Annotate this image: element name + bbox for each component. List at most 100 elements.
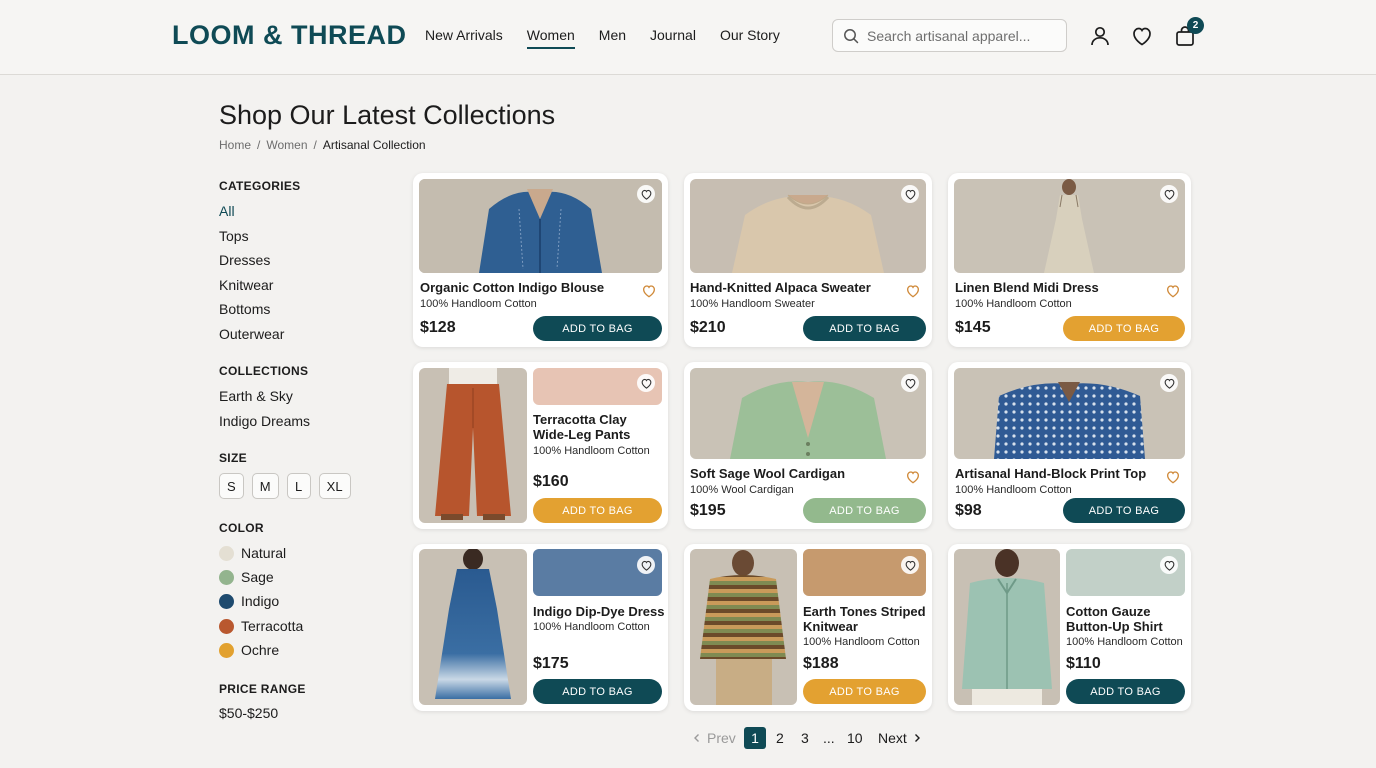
add-to-bag-button[interactable]: ADD TO BAG <box>1063 316 1185 341</box>
color-label: Natural <box>241 545 287 561</box>
wishlist-heart-icon[interactable] <box>905 469 921 485</box>
product-name[interactable]: Soft Sage Wool Cardigan <box>690 466 895 481</box>
collection-indigo-dreams[interactable]: Indigo Dreams <box>219 413 310 429</box>
wishlist-heart-icon[interactable] <box>1165 469 1181 485</box>
page-3-button[interactable]: 3 <box>801 727 809 749</box>
page-ellipsis: ... <box>823 730 835 746</box>
size-l-button[interactable]: L <box>286 473 311 499</box>
nav-women[interactable]: Women <box>526 27 575 49</box>
product-name[interactable]: Cotton Gauze Button-Up Shirt <box>1066 604 1188 634</box>
favorite-button[interactable] <box>901 374 919 392</box>
product-name[interactable]: Organic Cotton Indigo Blouse <box>420 280 630 295</box>
product-card[interactable]: Hand-Knitted Alpaca Sweater 100% Handloo… <box>684 173 932 347</box>
color-terracotta[interactable]: Terracotta <box>219 618 303 634</box>
breadcrumb-current: Artisanal Collection <box>322 138 426 152</box>
add-to-bag-button[interactable]: ADD TO BAG <box>1066 679 1185 704</box>
product-card[interactable]: Cotton Gauze Button-Up Shirt 100% Handlo… <box>948 544 1191 711</box>
category-knitwear[interactable]: Knitwear <box>219 277 273 293</box>
product-image[interactable] <box>954 368 1185 459</box>
product-price: $128 <box>420 319 456 336</box>
favorite-button[interactable] <box>1160 185 1178 203</box>
product-name[interactable]: Terracotta Clay Wide-Leg Pants <box>533 412 658 442</box>
color-sage[interactable]: Sage <box>219 569 274 585</box>
product-name[interactable]: Earth Tones Striped Knitwear <box>803 604 928 634</box>
add-to-bag-button[interactable]: ADD TO BAG <box>803 679 926 704</box>
add-to-bag-button[interactable]: ADD TO BAG <box>1063 498 1185 523</box>
product-price: $98 <box>955 502 982 519</box>
favorite-button[interactable] <box>901 556 919 574</box>
product-card[interactable]: Terracotta Clay Wide-Leg Pants 100% Hand… <box>413 362 668 529</box>
color-natural[interactable]: Natural <box>219 545 286 561</box>
category-bottoms[interactable]: Bottoms <box>219 301 270 317</box>
main-nav: New Arrivals Women Men Journal Our Story <box>425 27 780 49</box>
account-icon[interactable] <box>1088 24 1112 48</box>
product-price: $188 <box>803 655 839 672</box>
product-image[interactable] <box>419 549 527 705</box>
category-all[interactable]: All <box>219 203 235 219</box>
page-2-button[interactable]: 2 <box>776 727 784 749</box>
color-heading: COLOR <box>219 521 264 535</box>
breadcrumb-women[interactable]: Women <box>266 138 307 152</box>
product-image[interactable] <box>690 368 926 459</box>
favorite-button[interactable] <box>637 556 655 574</box>
product-card[interactable]: Soft Sage Wool Cardigan 100% Wool Cardig… <box>684 362 932 529</box>
category-outerwear[interactable]: Outerwear <box>219 326 284 342</box>
heart-icon <box>905 189 915 200</box>
prev-page-button[interactable]: Prev <box>692 727 736 749</box>
wishlist-icon[interactable] <box>1130 24 1154 48</box>
color-indigo[interactable]: Indigo <box>219 593 279 609</box>
size-xl-button[interactable]: XL <box>318 473 351 499</box>
search-box[interactable] <box>832 19 1067 52</box>
product-card[interactable]: Artisanal Hand-Block Print Top 100% Hand… <box>948 362 1191 529</box>
add-to-bag-button[interactable]: ADD TO BAG <box>803 316 926 341</box>
product-image[interactable] <box>419 368 527 523</box>
product-name[interactable]: Linen Blend Midi Dress <box>955 280 1155 295</box>
collection-earth-sky[interactable]: Earth & Sky <box>219 388 293 404</box>
product-name[interactable]: Hand-Knitted Alpaca Sweater <box>690 280 895 295</box>
category-tops[interactable]: Tops <box>219 228 249 244</box>
brand-logo[interactable]: LOOM & THREAD <box>172 20 406 51</box>
nav-journal[interactable]: Journal <box>650 27 696 49</box>
product-image[interactable] <box>690 549 797 705</box>
search-input[interactable] <box>867 27 1057 44</box>
add-to-bag-button[interactable]: ADD TO BAG <box>533 316 662 341</box>
wishlist-heart-icon[interactable] <box>641 283 657 299</box>
price-range-value[interactable]: $50-$250 <box>219 705 278 721</box>
favorite-button[interactable] <box>1160 556 1178 574</box>
heart-icon <box>1164 378 1174 389</box>
product-image[interactable] <box>954 179 1185 273</box>
next-page-button[interactable]: Next <box>878 727 922 749</box>
wishlist-heart-icon[interactable] <box>1165 283 1181 299</box>
color-ochre[interactable]: Ochre <box>219 642 279 658</box>
page-title: Shop Our Latest Collections <box>219 100 556 130</box>
page-10-button[interactable]: 10 <box>847 727 863 749</box>
product-card[interactable]: Linen Blend Midi Dress 100% Handloom Cot… <box>948 173 1191 347</box>
nav-new-arrivals[interactable]: New Arrivals <box>425 27 503 49</box>
product-image[interactable] <box>954 549 1060 705</box>
page-1-button[interactable]: 1 <box>744 727 766 749</box>
category-dresses[interactable]: Dresses <box>219 252 270 268</box>
size-m-button[interactable]: M <box>251 473 279 499</box>
product-card[interactable]: Organic Cotton Indigo Blouse 100% Handlo… <box>413 173 668 347</box>
product-price: $160 <box>533 473 569 490</box>
add-to-bag-button[interactable]: ADD TO BAG <box>803 498 926 523</box>
nav-men[interactable]: Men <box>599 27 626 49</box>
add-to-bag-button[interactable]: ADD TO BAG <box>533 679 662 704</box>
product-card[interactable]: Earth Tones Striped Knitwear 100% Handlo… <box>684 544 932 711</box>
nav-our-story[interactable]: Our Story <box>720 27 780 49</box>
favorite-button[interactable] <box>1160 374 1178 392</box>
add-to-bag-button[interactable]: ADD TO BAG <box>533 498 662 523</box>
product-card[interactable]: Indigo Dip-Dye Dress 100% Handloom Cotto… <box>413 544 668 711</box>
favorite-button[interactable] <box>637 374 655 392</box>
favorite-button[interactable] <box>901 185 919 203</box>
breadcrumb-home[interactable]: Home <box>219 138 251 152</box>
product-name[interactable]: Indigo Dip-Dye Dress <box>533 604 664 619</box>
wishlist-heart-icon[interactable] <box>905 283 921 299</box>
size-s-button[interactable]: S <box>219 473 244 499</box>
product-image[interactable] <box>419 179 662 273</box>
favorite-button[interactable] <box>637 185 655 203</box>
site-header: LOOM & THREAD New Arrivals Women Men Jou… <box>0 0 1376 75</box>
product-image[interactable] <box>690 179 926 273</box>
product-name[interactable]: Artisanal Hand-Block Print Top <box>955 466 1160 481</box>
product-material: 100% Wool Cardigan <box>690 484 794 496</box>
